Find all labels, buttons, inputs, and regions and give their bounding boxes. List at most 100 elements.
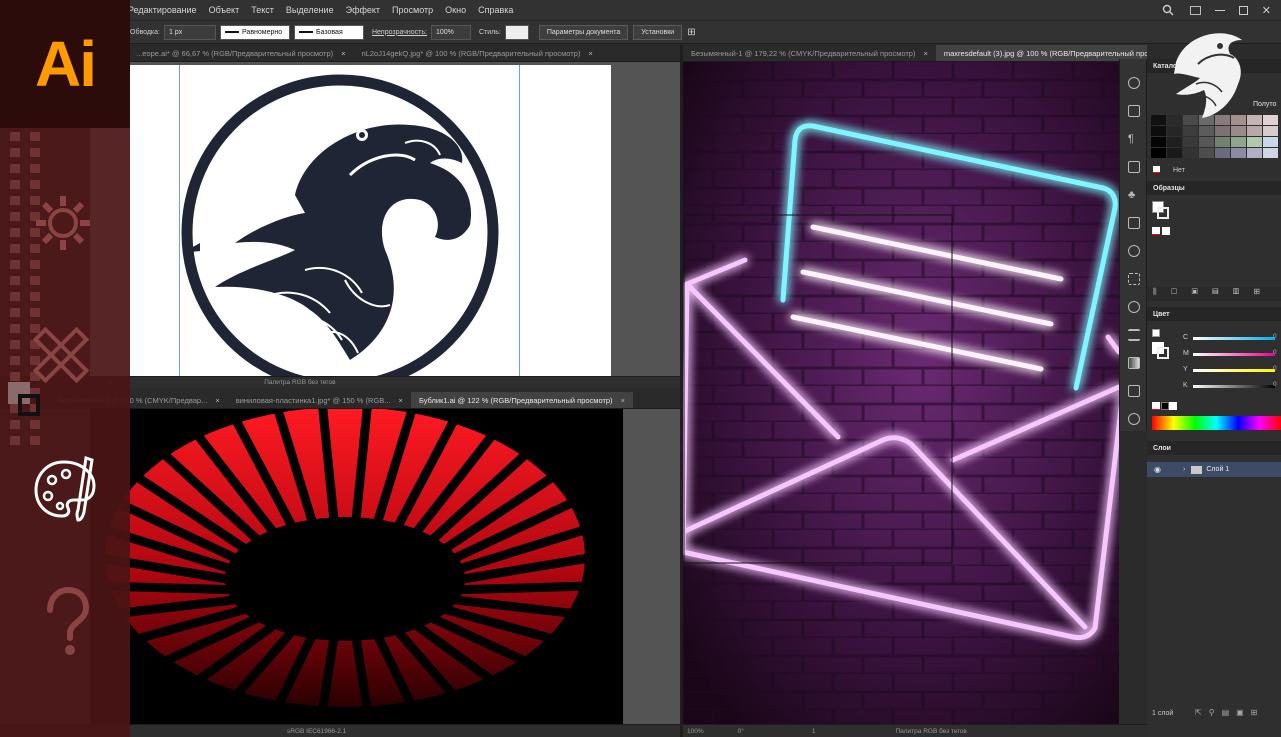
color-swatch[interactable] — [1151, 137, 1166, 147]
layers-panel-header[interactable]: Слои — [1147, 441, 1281, 455]
arrange-icon[interactable]: ⊞ — [687, 27, 695, 38]
color-swatch[interactable] — [1263, 137, 1278, 147]
color-swatch[interactable] — [1199, 137, 1214, 147]
color-swatch[interactable] — [1167, 148, 1182, 158]
color-swatch[interactable] — [1247, 126, 1262, 136]
tool-icon[interactable] — [10, 340, 20, 349]
appearance-icon[interactable] — [1128, 245, 1140, 257]
brush-select[interactable]: Базовая — [293, 24, 364, 40]
maximize-button[interactable] — [1238, 5, 1248, 15]
color-fill-small[interactable] — [1152, 329, 1160, 337]
eye-icon[interactable]: ◉ — [1154, 465, 1161, 474]
tool-icon[interactable] — [10, 436, 20, 445]
tool-icon[interactable] — [30, 148, 40, 157]
layers-toolbar[interactable]: ⇱⚲▤▣⊞ — [1195, 708, 1264, 717]
tab-document-donut[interactable]: Бублик1.ai @ 122 % (RGB/Предварительный … — [410, 392, 633, 408]
workspace-icon[interactable] — [1189, 5, 1201, 15]
color-stroke-swatch[interactable] — [1157, 347, 1169, 359]
color-swatch[interactable] — [1231, 137, 1246, 147]
cyan-slider[interactable] — [1193, 337, 1275, 340]
color-swatch[interactable] — [1151, 148, 1166, 158]
channel-y-value[interactable]: 0 — [1273, 365, 1277, 372]
none-swatch[interactable] — [1152, 402, 1160, 410]
tool-icon[interactable] — [10, 308, 20, 317]
swatches-toolbar[interactable]: ⫼ ▢ ▣ ▤ ▥ ⊞ — [1147, 287, 1281, 301]
tool-icon[interactable] — [10, 372, 20, 381]
tool-icon[interactable] — [10, 292, 20, 301]
color-swatch[interactable] — [1215, 126, 1230, 136]
close-icon[interactable]: × — [215, 392, 219, 408]
color-spectrum[interactable] — [1152, 416, 1281, 430]
color-swatch[interactable] — [1167, 126, 1182, 136]
transparency-icon[interactable] — [1128, 385, 1140, 397]
none-swatch[interactable] — [1152, 227, 1160, 235]
libraries-icon[interactable] — [1128, 105, 1140, 117]
tool-icon[interactable] — [10, 228, 20, 237]
swatches-panel-header[interactable]: Образцы — [1147, 181, 1281, 195]
color-swatch[interactable] — [1247, 115, 1262, 125]
stroke-weight-field[interactable]: 1 px — [163, 24, 216, 40]
tool-icon[interactable] — [30, 180, 40, 189]
color-swatch[interactable] — [1151, 115, 1166, 125]
stroke-icon[interactable] — [1128, 329, 1140, 341]
symbols-icon[interactable]: ♣ — [1128, 189, 1140, 201]
menu-window[interactable]: Окно — [445, 5, 466, 15]
color-swatch[interactable] — [1151, 126, 1166, 136]
menu-view[interactable]: Просмотр — [392, 5, 433, 15]
none-swatch[interactable] — [1153, 166, 1160, 173]
color-swatch[interactable] — [1263, 115, 1278, 125]
tool-icon[interactable] — [10, 148, 20, 157]
close-icon[interactable]: × — [399, 392, 403, 408]
align-icon[interactable] — [1128, 217, 1140, 229]
black-slider[interactable] — [1193, 385, 1275, 388]
color-swatch[interactable] — [1263, 126, 1278, 136]
color-swatch[interactable] — [1215, 137, 1230, 147]
close-icon[interactable]: × — [588, 45, 592, 61]
gradient-icon[interactable] — [1128, 357, 1140, 369]
magenta-slider[interactable] — [1193, 353, 1275, 356]
minimize-button[interactable] — [1214, 9, 1225, 11]
layer-row[interactable]: ◉ › Слой 1 — [1147, 462, 1281, 477]
tool-icon[interactable] — [30, 436, 40, 445]
links-icon[interactable] — [1128, 301, 1140, 313]
channel-m-value[interactable]: 0 — [1273, 349, 1277, 356]
tool-icon[interactable] — [10, 276, 20, 285]
yellow-slider[interactable] — [1193, 369, 1275, 372]
tool-icon[interactable] — [10, 196, 20, 205]
white-swatch[interactable] — [1162, 227, 1170, 235]
tab-document-maxresdefault[interactable]: maxresdefault (3).jpg @ 100 % (RGB/Предв… — [935, 45, 1147, 61]
menu-edit[interactable]: Редактирование — [128, 5, 197, 15]
menu-effect[interactable]: Эффект — [346, 5, 380, 15]
layer-name[interactable]: Слой 1 — [1206, 466, 1229, 473]
tool-icon[interactable] — [10, 356, 20, 365]
color-swatch[interactable] — [1183, 126, 1198, 136]
color-swatch[interactable] — [1231, 126, 1246, 136]
stroke-profile-select[interactable]: Равномерно — [219, 24, 290, 40]
tab-document-jpg[interactable]: nL2oJ14gekQ.jpg* @ 100 % (RGB/Предварите… — [354, 45, 601, 61]
close-icon[interactable]: × — [341, 45, 345, 61]
color-guide-icon[interactable] — [1128, 77, 1140, 89]
tab-document-vinyl[interactable]: виниловая-пластинка1.jpg* @ 150 % (RGB..… — [228, 392, 411, 408]
tool-icon[interactable] — [30, 164, 40, 173]
paragraph-icon[interactable]: ¶ — [1128, 133, 1140, 145]
artboard-number[interactable]: 1 — [812, 728, 816, 735]
tool-icon[interactable] — [30, 260, 40, 269]
color-swatch[interactable] — [1247, 148, 1262, 158]
search-icon[interactable] — [1162, 4, 1174, 16]
style-swatch[interactable] — [504, 24, 529, 40]
chevron-right-icon[interactable]: › — [1183, 466, 1185, 473]
color-swatch[interactable] — [1199, 148, 1214, 158]
tool-icon[interactable] — [10, 180, 20, 189]
tool-icon[interactable] — [10, 420, 20, 429]
color-swatch[interactable] — [1183, 137, 1198, 147]
tab-document-eagle[interactable]: ...eope.ai* @ 66,67 % (RGB/Предварительн… — [128, 45, 354, 61]
document-settings-button[interactable]: Параметры документа — [538, 24, 629, 40]
tool-icon[interactable] — [10, 164, 20, 173]
black-swatch[interactable] — [1161, 402, 1169, 410]
color-swatch[interactable] — [1263, 148, 1278, 158]
color-swatch[interactable] — [1199, 126, 1214, 136]
color-swatch[interactable] — [1215, 148, 1230, 158]
color-panel-header[interactable]: Цвет — [1147, 307, 1281, 321]
tool-icon[interactable] — [30, 292, 40, 301]
rotation-readout[interactable]: 0° — [738, 728, 744, 735]
